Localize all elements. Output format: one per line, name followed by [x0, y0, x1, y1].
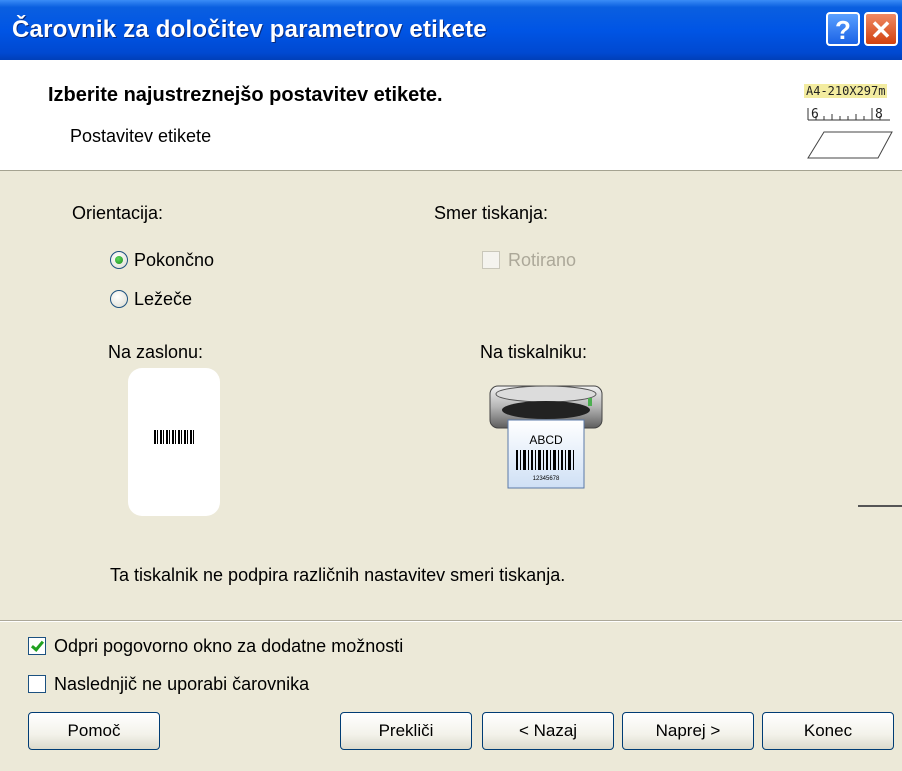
ruler-mark-6: 6: [811, 107, 819, 122]
screen-preview-label: Na zaslonu:: [108, 342, 204, 362]
radio-portrait-indicator[interactable]: [110, 251, 128, 269]
next-button[interactable]: Naprej >: [622, 712, 754, 750]
header-subtitle: Postavitev etikete: [70, 126, 212, 146]
orientation-label: Orientacija:: [72, 203, 164, 223]
skip-wizard-checkbox-box[interactable]: [28, 675, 46, 693]
skip-wizard-checkbox-label[interactable]: Naslednjič ne uporabi čarovnika: [54, 674, 309, 695]
wizard-header: Izberite najustreznejšo postavitev etike…: [0, 60, 902, 171]
printer-preview-label: Na tiskalniku:: [480, 342, 588, 362]
finish-button[interactable]: Konec: [762, 712, 894, 750]
ruler-mark-8: 8: [875, 107, 883, 122]
edge-line: [858, 505, 902, 507]
back-button[interactable]: < Nazaj: [482, 712, 614, 750]
open-dialog-checkbox-label[interactable]: Odpri pogovorno okno za dodatne možnosti: [54, 636, 403, 657]
paper-size-icon: A4-210X297m 6 8: [800, 80, 900, 160]
radio-landscape-label[interactable]: Ležeče: [134, 289, 192, 310]
title-bar[interactable]: Čarovnik za določitev parametrov etikete…: [0, 0, 902, 60]
printer-label-text: ABCD: [529, 433, 563, 447]
ruler-icon: 6 8: [807, 107, 893, 159]
window-title: Čarovnik za določitev parametrov etikete: [12, 16, 487, 43]
barcode-icon: [154, 430, 194, 444]
cancel-button[interactable]: Prekliči: [340, 712, 472, 750]
notice-text: Ta tiskalnik ne podpira različnih nastav…: [110, 565, 566, 585]
printer-label-code: 12345678: [533, 476, 560, 482]
printer-icon: ABCD 12345678: [489, 385, 603, 489]
close-icon: ✕: [870, 15, 892, 45]
divider: [0, 620, 902, 622]
question-icon: ?: [835, 15, 851, 45]
help-button[interactable]: ?: [826, 12, 860, 46]
rotated-checkbox-box[interactable]: [482, 251, 500, 269]
radio-landscape-indicator[interactable]: [110, 290, 128, 308]
print-direction-label: Smer tiskanja:: [434, 203, 549, 223]
open-dialog-checkbox-box[interactable]: [28, 637, 46, 655]
help-text-button[interactable]: Pomoč: [28, 712, 160, 750]
screen-preview: [128, 368, 220, 516]
close-button[interactable]: ✕: [864, 12, 898, 46]
radio-portrait-label[interactable]: Pokončno: [134, 250, 214, 271]
header-title: Izberite najustreznejšo postavitev etike…: [48, 84, 443, 106]
rotated-checkbox-label: Rotirano: [508, 250, 577, 270]
